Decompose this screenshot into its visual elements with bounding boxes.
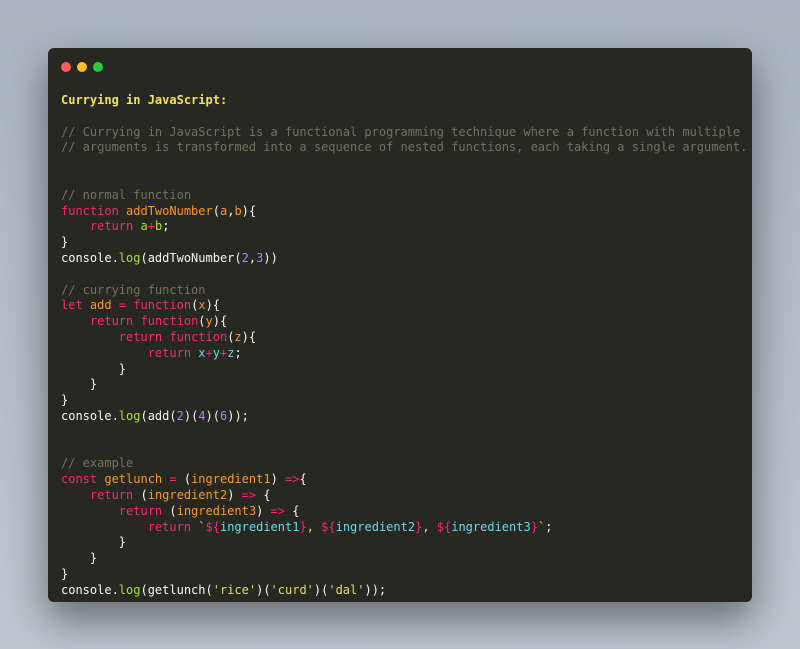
code-line: console.log(add(2)(4)(6)); [61, 408, 249, 423]
minimize-dot-icon[interactable] [77, 62, 87, 72]
code-line: function addTwoNumber(a,b){ [61, 203, 257, 218]
code-line: return `${ingredient1}, ${ingredient2}, … [147, 519, 553, 534]
code-line: console.log(addTwoNumber(2,3)) [61, 250, 278, 265]
code-line: console.log(getlunch('rice')('curd')('da… [61, 582, 387, 597]
code-line: } [61, 393, 69, 408]
window-controls [61, 62, 103, 72]
code-line: } [61, 535, 127, 550]
code-line: return function(z){ [118, 329, 257, 344]
code-line: } [61, 551, 98, 566]
code-line: return x+y+z; [147, 345, 242, 360]
example-comment: // example [61, 456, 134, 471]
code-block: Currying in JavaScript: // Currying in J… [61, 93, 747, 599]
comment-line-1: // Currying in JavaScript is a functiona… [61, 124, 741, 139]
code-title: Currying in JavaScript: [61, 93, 228, 107]
normal-function-comment: // normal function [61, 187, 192, 202]
currying-function-comment: // currying function [61, 282, 206, 297]
code-window: Currying in JavaScript: // Currying in J… [48, 48, 752, 602]
code-line: return (ingredient2) => { [89, 487, 271, 502]
code-line: } [61, 361, 127, 376]
code-line: return (ingredient3) => { [118, 503, 300, 518]
code-line: return function(y){ [89, 314, 228, 329]
code-line: } [61, 566, 69, 581]
code-line: return a+b; [89, 219, 170, 234]
code-line: } [61, 377, 98, 392]
close-dot-icon[interactable] [61, 62, 71, 72]
code-line: let add = function(x){ [61, 298, 221, 313]
maximize-dot-icon[interactable] [93, 62, 103, 72]
code-line: } [61, 235, 69, 250]
code-line: const getlunch = (ingredient1) =>{ [61, 472, 307, 487]
comment-line-2: // arguments is transformed into a seque… [61, 140, 748, 155]
